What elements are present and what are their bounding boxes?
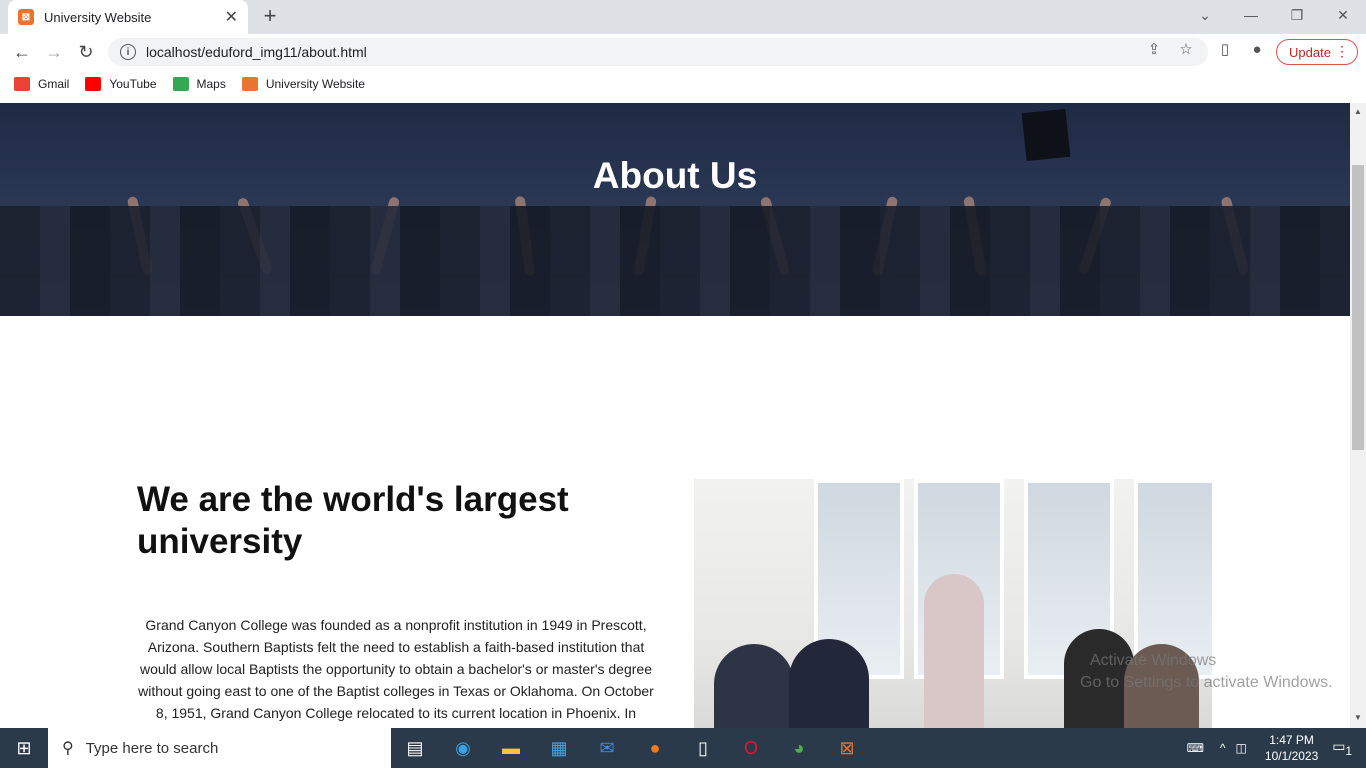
about-paragraph: Grand Canyon College was founded as a no… — [138, 617, 654, 721]
bookmark-label: YouTube — [109, 77, 157, 91]
task-view-icon[interactable]: ▤ — [391, 728, 439, 768]
chevron-up-icon[interactable]: ^ — [1220, 741, 1226, 755]
maps-icon — [172, 77, 189, 91]
new-tab-button[interactable]: + — [258, 3, 282, 28]
tab-strip: ⊠ University Website ✕ + ⌄ — ❐ ✕ — [0, 0, 1366, 34]
menu-dots-icon[interactable]: ⋮ — [1335, 43, 1349, 60]
edge-icon[interactable]: ◉ — [439, 728, 487, 768]
watermark-line1: Activate Windows — [1090, 652, 1217, 669]
notification-count: 1 — [1345, 744, 1352, 758]
about-heading: We are the world's largest university — [137, 480, 569, 561]
graduates-crowd — [0, 206, 1350, 316]
firefox-icon[interactable]: ● — [631, 728, 679, 768]
clock-date: 10/1/2023 — [1264, 749, 1319, 763]
system-tray: ⌨ ^ ◫ 1:47 PM 10/1/2023 ▭1 — [1187, 728, 1366, 768]
url-text: localhost/eduford_img11/about.html — [146, 44, 367, 60]
page-content: About Us We are the world's largest univ… — [0, 103, 1350, 728]
address-bar[interactable]: i localhost/eduford_img11/about.html — [108, 38, 1208, 66]
bookmark-gmail[interactable]: Gmail — [14, 77, 69, 91]
reload-icon[interactable]: ↻ — [74, 40, 98, 64]
tab-search-icon[interactable]: ⌄ — [1182, 0, 1228, 30]
scroll-down-icon[interactable]: ▼ — [1354, 713, 1362, 722]
mail-icon[interactable]: ✉ — [583, 728, 631, 768]
network-icon[interactable]: ◫ — [1236, 741, 1247, 755]
tab-university-website[interactable]: ⊠ University Website ✕ — [8, 0, 248, 34]
bookmark-maps[interactable]: Maps — [172, 77, 226, 91]
file-explorer-icon[interactable]: ▬ — [487, 728, 535, 768]
page-scrollbar[interactable]: ▲ ▼ — [1350, 103, 1366, 728]
windows-taskbar: ⊞ ⚲ Type here to search ▤ ◉ ▬ ▦ ✉ ● ▯ O … — [0, 728, 1366, 768]
notification-icon[interactable]: ▭1 — [1332, 738, 1352, 758]
search-icon: ⚲ — [62, 740, 74, 757]
windows-start-icon[interactable]: ⊞ — [0, 728, 48, 768]
bookmark-label: Maps — [196, 77, 226, 91]
hero-banner: About Us — [0, 103, 1350, 316]
scroll-up-icon[interactable]: ▲ — [1354, 107, 1362, 116]
bookmark-label: University Website — [265, 77, 365, 91]
update-button[interactable]: Update ⋮ — [1276, 39, 1358, 65]
keyboard-icon[interactable]: ⌨ — [1187, 741, 1204, 755]
youtube-icon — [85, 77, 102, 91]
forward-arrow-icon[interactable]: → — [42, 40, 66, 64]
search-placeholder: Type here to search — [85, 739, 219, 757]
activate-windows-watermark: Activate Windows Go to Settings to activ… — [1080, 650, 1333, 694]
bookmark-university-website[interactable]: University Website — [241, 77, 365, 91]
watermark-line2: Go to Settings to activate Windows. — [1080, 674, 1333, 691]
update-label: Update — [1289, 44, 1331, 60]
document-icon[interactable]: ▯ — [679, 728, 727, 768]
xampp-icon[interactable]: ⊠ — [823, 728, 871, 768]
bookmark-youtube[interactable]: YouTube — [85, 77, 157, 91]
bookmarks-bar: Gmail YouTube Maps University Website — [0, 70, 1366, 98]
browser-toolbar: ← → ↻ i localhost/eduford_img11/about.ht… — [0, 34, 1366, 70]
opera-icon[interactable]: O — [727, 728, 775, 768]
bookmark-star-icon[interactable]: ☆ — [1175, 38, 1197, 60]
chrome-icon[interactable]: ◕ — [775, 728, 823, 768]
tab-title: University Website — [44, 9, 152, 25]
taskbar-search-box[interactable]: ⚲ Type here to search — [48, 728, 391, 768]
xampp-icon — [241, 77, 258, 91]
close-window-button[interactable]: ✕ — [1320, 0, 1366, 30]
bookmark-label: Gmail — [38, 77, 70, 91]
clock-time: 1:47 PM — [1269, 733, 1314, 747]
share-icon[interactable]: ⇪ — [1143, 38, 1165, 60]
side-panel-icon[interactable]: ▯ — [1214, 38, 1236, 60]
close-tab-icon[interactable]: ✕ — [225, 7, 238, 27]
back-arrow-icon[interactable]: ← — [10, 40, 34, 64]
xampp-icon: ⊠ — [18, 9, 34, 25]
restore-button[interactable]: ❐ — [1274, 0, 1320, 30]
taskbar-clock[interactable]: 1:47 PM 10/1/2023 — [1265, 732, 1318, 764]
person — [714, 644, 794, 728]
site-info-icon[interactable]: i — [120, 44, 136, 60]
profile-avatar-icon[interactable]: ● — [1246, 38, 1268, 60]
store-icon[interactable]: ▦ — [535, 728, 583, 768]
browser-chrome: ⊠ University Website ✕ + ⌄ — ❐ ✕ ← → ↻ i… — [0, 0, 1366, 103]
gmail-icon — [14, 77, 30, 91]
person — [789, 639, 869, 728]
minimize-button[interactable]: — — [1228, 0, 1274, 30]
scrollbar-thumb[interactable] — [1352, 165, 1364, 450]
graduation-cap-icon — [1021, 108, 1071, 162]
hero-title: About Us — [592, 155, 758, 196]
person — [924, 574, 984, 728]
